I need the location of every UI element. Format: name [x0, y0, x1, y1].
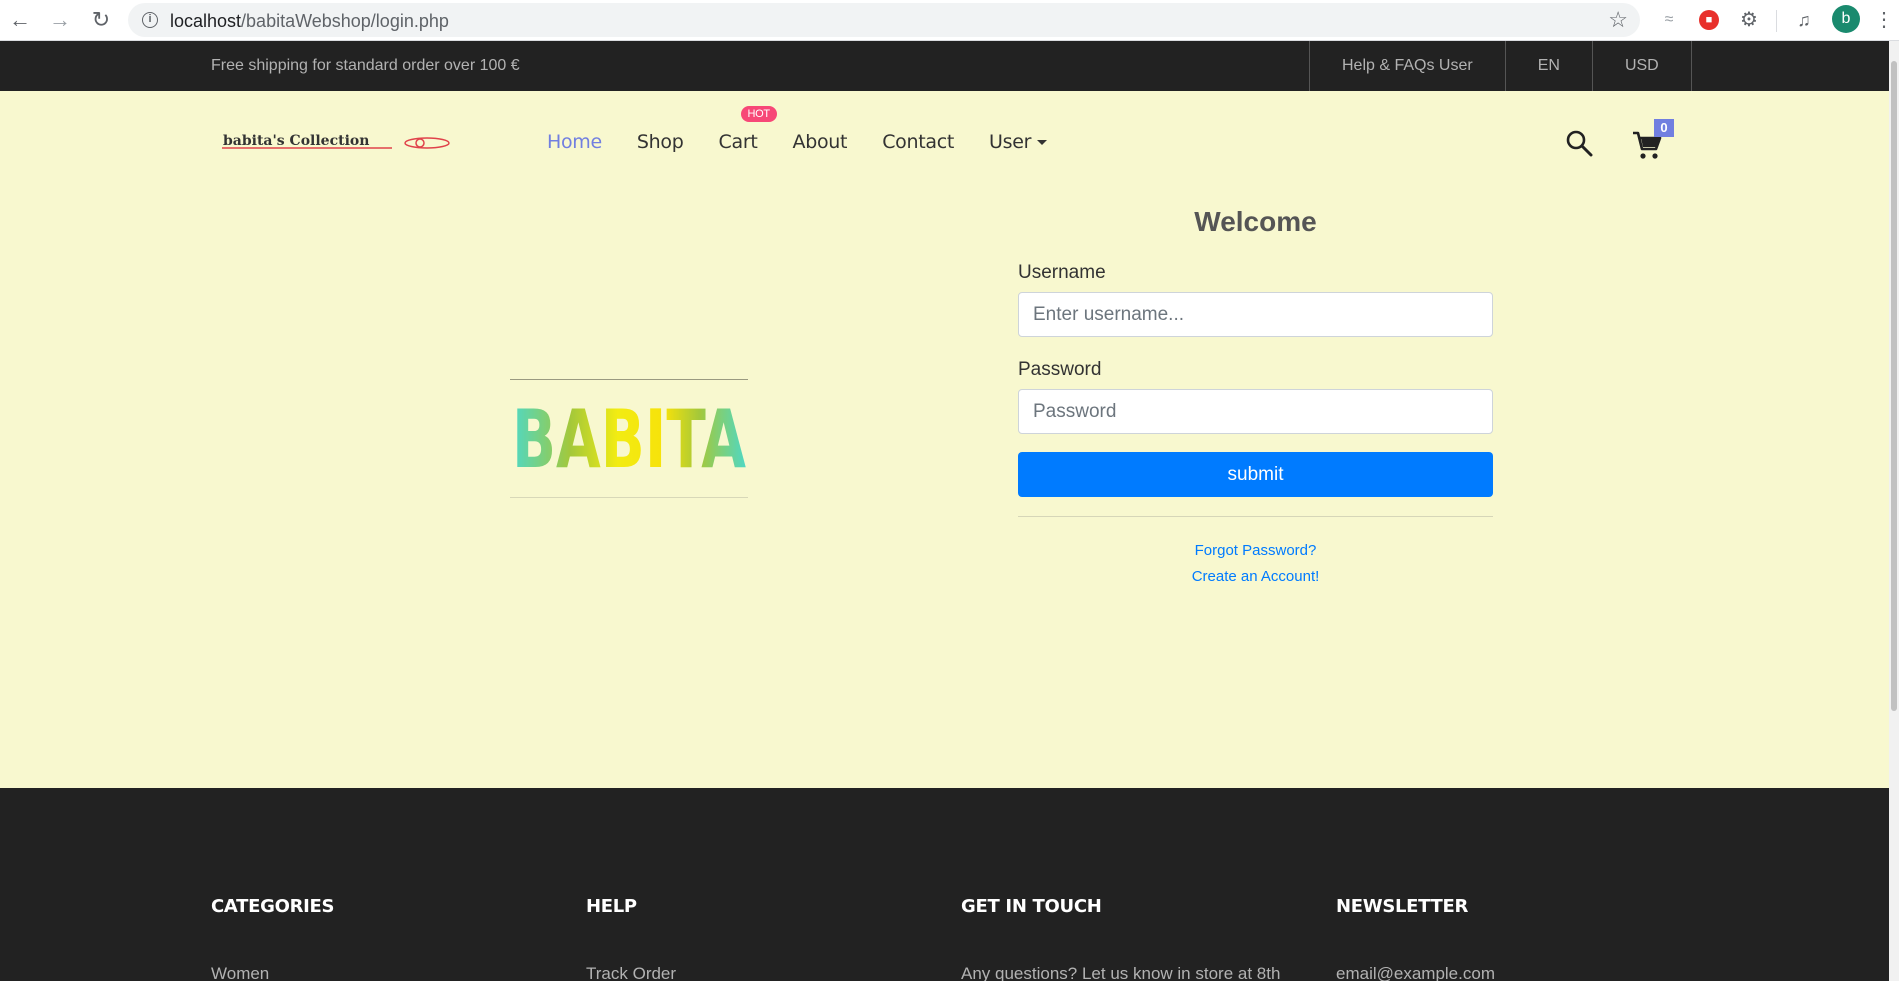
forgot-password-link[interactable]: Forgot Password?: [1018, 542, 1493, 559]
info-icon[interactable]: i: [142, 12, 158, 28]
url-text[interactable]: localhost/babitaWebshop/login.php: [170, 11, 449, 32]
form-divider: [1018, 516, 1493, 517]
footer-column-categories: CATEGORIES Women: [211, 896, 335, 981]
brand-wordmark: BABITA: [512, 397, 746, 477]
cart-count-badge: 0: [1654, 119, 1674, 137]
main-nav: Home Shop Cart HOT About Contact User: [547, 106, 1082, 153]
adblock-extension-icon[interactable]: ■: [1697, 8, 1721, 32]
top-bar: Free shipping for standard order over 10…: [0, 41, 1889, 91]
page-viewport: Free shipping for standard order over 10…: [0, 41, 1889, 981]
footer-contact-text: Any questions? Let us know in store at 8…: [961, 964, 1281, 981]
logo-text: babita's Collection: [223, 133, 369, 149]
footer-column-newsletter: NEWSLETTER email@example.com: [1336, 896, 1495, 981]
bookmark-star-icon[interactable]: ☆: [1608, 7, 1628, 33]
brand-wordmark-text: BABITA: [512, 397, 746, 477]
footer-heading: GET IN TOUCH: [961, 896, 1102, 917]
back-arrow-icon[interactable]: ←: [6, 6, 34, 34]
browser-toolbar: ← → ↻ i localhost/babitaWebshop/login.ph…: [0, 0, 1899, 41]
nav-contact[interactable]: Contact: [882, 131, 954, 153]
login-title: Welcome: [1194, 206, 1317, 237]
profile-avatar[interactable]: b: [1832, 5, 1860, 33]
footer-column-get-in-touch: GET IN TOUCH Any questions? Let us know …: [961, 896, 1280, 981]
site-logo[interactable]: babita's Collection: [222, 129, 450, 153]
page-scrollbar[interactable]: [1889, 41, 1899, 981]
brand-rule-top: [510, 379, 748, 380]
footer-link-track-order[interactable]: Track Order: [586, 964, 676, 981]
newsletter-email-placeholder[interactable]: email@example.com: [1336, 964, 1495, 981]
create-account-link[interactable]: Create an Account!: [1018, 568, 1493, 585]
search-icon[interactable]: [1565, 129, 1593, 157]
nav-home[interactable]: Home: [547, 131, 602, 153]
site-footer: CATEGORIES Women HELP Track Order GET IN…: [0, 788, 1889, 981]
username-label: Username: [1018, 262, 1106, 283]
username-input[interactable]: [1018, 292, 1493, 337]
reload-icon[interactable]: ↻: [87, 6, 115, 34]
password-label: Password: [1018, 359, 1102, 380]
footer-heading: NEWSLETTER: [1336, 896, 1469, 917]
address-bar[interactable]: i localhost/babitaWebshop/login.php ☆: [128, 3, 1640, 37]
nav-shop[interactable]: Shop: [637, 131, 684, 153]
brand-image: BABITA: [510, 379, 750, 499]
top-bar-links: Help & FAQs User EN USD: [1309, 41, 1692, 91]
footer-heading: CATEGORIES: [211, 896, 335, 917]
nav-cart[interactable]: Cart HOT: [718, 106, 777, 153]
footer-heading: HELP: [586, 896, 637, 917]
password-input[interactable]: [1018, 389, 1493, 434]
extension-icon[interactable]: ≈: [1657, 8, 1681, 32]
site-header: babita's Collection Home Shop Cart HOT Ab…: [0, 91, 1889, 191]
brand-rule-bottom: [510, 497, 748, 498]
shipping-promo: Free shipping for standard order over 10…: [211, 57, 520, 74]
gear-extension-icon[interactable]: ⚙: [1737, 8, 1761, 32]
footer-column-help: HELP Track Order: [586, 896, 676, 981]
help-faqs-link[interactable]: Help & FAQs User: [1309, 41, 1505, 91]
chevron-down-icon: [1037, 140, 1048, 145]
language-link[interactable]: EN: [1504, 41, 1592, 91]
forward-arrow-icon[interactable]: →: [46, 6, 74, 34]
login-form: Welcome Username Password submit Forgot …: [1018, 200, 1493, 585]
hot-badge: HOT: [740, 106, 777, 122]
nav-about[interactable]: About: [793, 131, 848, 153]
media-control-icon[interactable]: ♫: [1792, 8, 1816, 32]
nav-user-label: User: [989, 131, 1032, 153]
currency-link[interactable]: USD: [1591, 41, 1692, 91]
browser-menu-icon[interactable]: ⋮: [1874, 6, 1894, 34]
url-path: /babitaWebshop/login.php: [241, 11, 449, 31]
toolbar-divider: [1776, 10, 1777, 32]
url-host: localhost: [170, 11, 242, 31]
nav-cart-label: Cart: [718, 131, 758, 153]
nav-user-dropdown[interactable]: User: [989, 131, 1048, 153]
scrollbar-thumb[interactable]: [1891, 61, 1897, 711]
submit-button[interactable]: submit: [1018, 452, 1493, 497]
footer-link-women[interactable]: Women: [211, 964, 334, 981]
